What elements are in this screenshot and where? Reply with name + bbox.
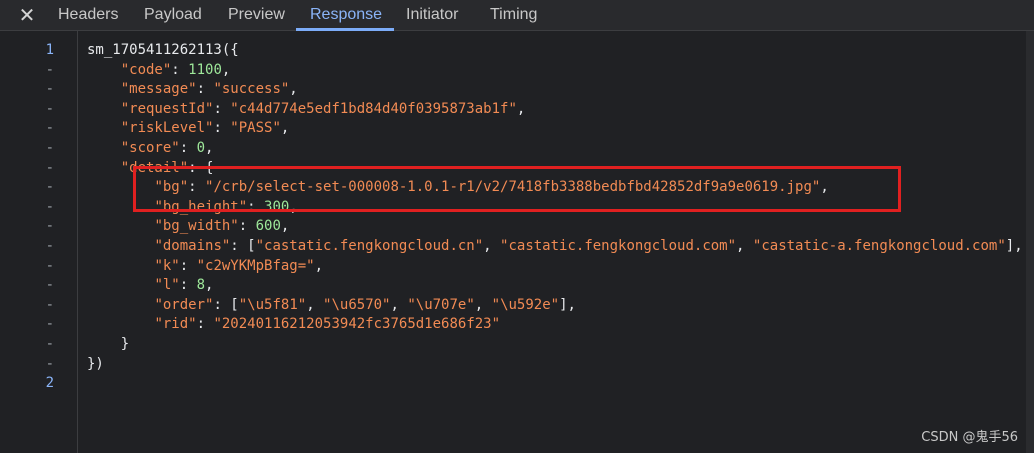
code-line: }) xyxy=(87,355,104,372)
tab-timing[interactable]: Timing xyxy=(490,0,537,30)
code-line: "k": "c2wYKMpBfag=", xyxy=(154,257,324,274)
line-number: - xyxy=(45,100,54,117)
code-line: "domains": ["castatic.fengkongcloud.cn",… xyxy=(154,238,1023,254)
tab-payload[interactable]: Payload xyxy=(144,0,202,30)
line-number: - xyxy=(45,198,54,215)
code-line: "l": 8, xyxy=(154,277,214,294)
line-number: - xyxy=(45,140,54,156)
line-number: - xyxy=(45,238,54,254)
line-number: - xyxy=(45,159,54,176)
devtools-tab-bar: ✕ Headers Payload Preview Response Initi… xyxy=(0,0,1034,31)
code-line: "bg_width": 600, xyxy=(154,218,290,235)
line-number: - xyxy=(45,336,54,352)
code-line: "requestId": "c44d774e5edf1bd84d40f03958… xyxy=(120,100,526,117)
line-number: 2 xyxy=(45,375,54,392)
close-icon[interactable]: ✕ xyxy=(16,5,38,25)
line-number: - xyxy=(45,120,54,137)
code-line: "order": ["\u5f81", "\u6570", "\u707e", … xyxy=(154,296,576,313)
response-body[interactable]: sm_1705411262113({ "code": 1100, "messag… xyxy=(87,31,1034,453)
code-line: "message": "success", xyxy=(120,81,298,98)
code-line: "detail": { xyxy=(120,159,214,176)
code-line: sm_1705411262113({ xyxy=(87,42,239,58)
tab-headers[interactable]: Headers xyxy=(58,0,118,30)
code-line: "bg_height": 300, xyxy=(154,198,298,215)
line-number: - xyxy=(45,355,54,372)
code-line: "score": 0, xyxy=(120,140,214,156)
tab-initiator[interactable]: Initiator xyxy=(406,0,458,30)
line-number: - xyxy=(45,61,54,78)
line-number: - xyxy=(45,179,54,196)
line-number: - xyxy=(45,81,54,98)
line-number-gutter: 1 - - - - - - - - - - - - - - - - 2 xyxy=(0,31,78,453)
tab-response[interactable]: Response xyxy=(310,0,382,30)
line-number: - xyxy=(45,316,54,333)
code-line: "rid": "20240116212053942fc3765d1e686f23… xyxy=(154,316,501,333)
line-number: - xyxy=(45,296,54,313)
tab-preview[interactable]: Preview xyxy=(228,0,285,30)
watermark: CSDN @鬼手56 xyxy=(921,430,1018,445)
code-line: "code": 1100, xyxy=(120,61,231,78)
line-number: 1 xyxy=(45,42,54,58)
line-number: - xyxy=(45,257,54,274)
scrollbar[interactable] xyxy=(1026,31,1034,453)
code-line: } xyxy=(87,336,130,352)
line-number: - xyxy=(45,277,54,294)
line-number: - xyxy=(45,218,54,235)
code-line: "riskLevel": "PASS", xyxy=(120,120,290,137)
code-line: "bg": "/crb/select-set-000008-1.0.1-r1/v… xyxy=(154,179,829,196)
